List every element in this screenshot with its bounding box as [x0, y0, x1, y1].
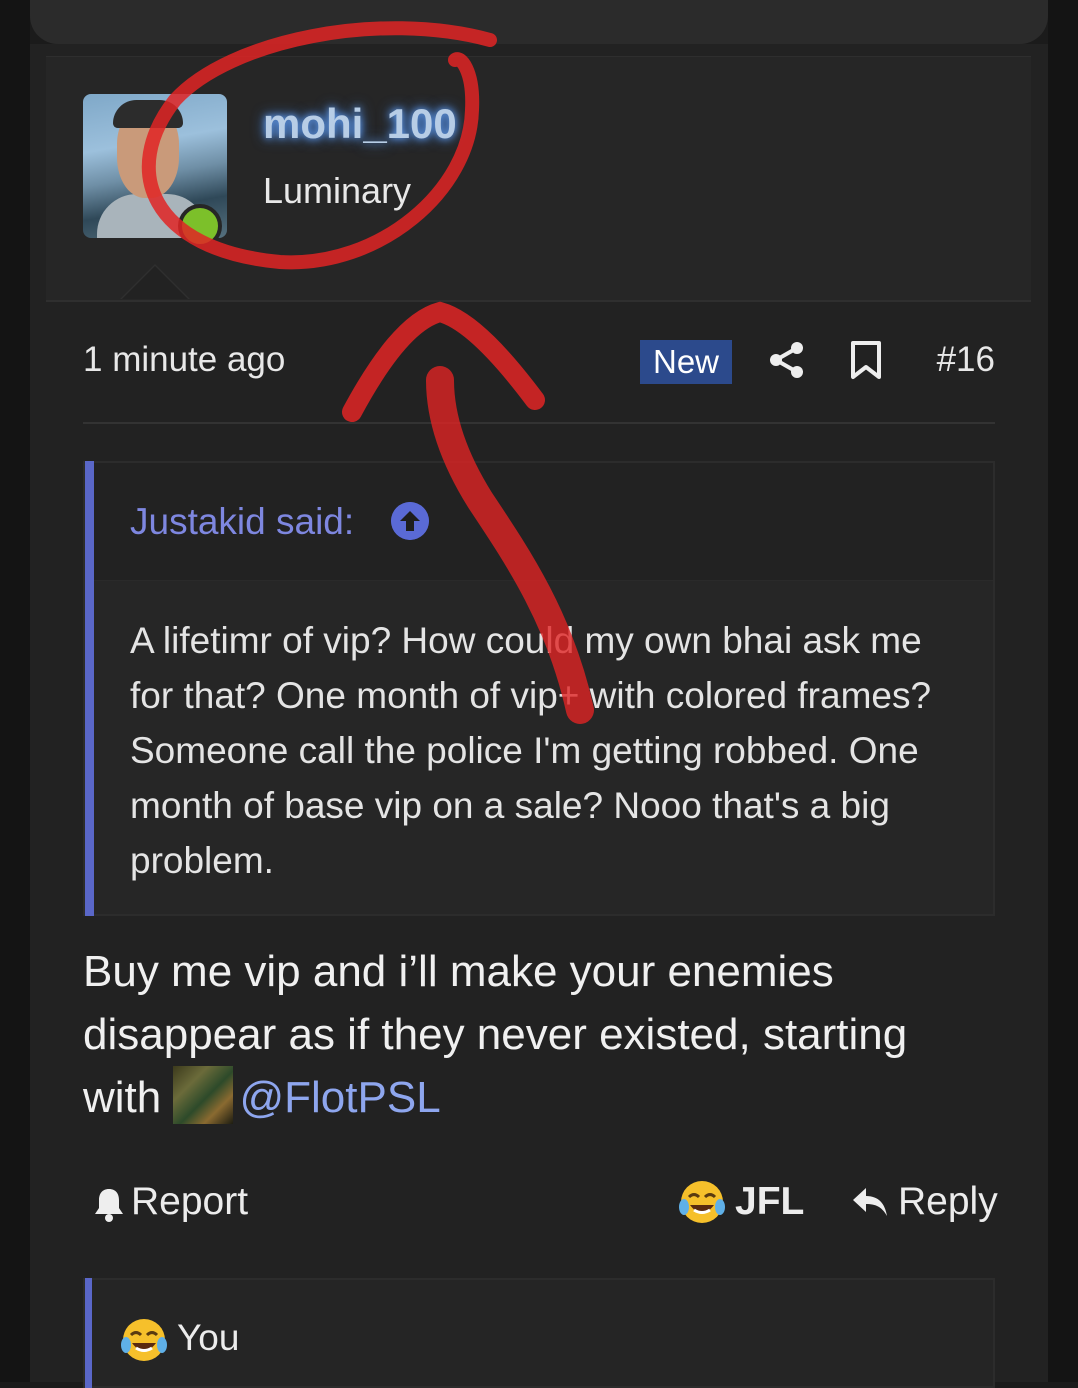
report-button[interactable]: Report [131, 1176, 248, 1228]
post-actions: Report JFL Reply [83, 1176, 998, 1231]
post-number[interactable]: #16 [937, 340, 995, 380]
header-notch [122, 266, 188, 299]
previous-post-card [30, 0, 1048, 44]
quote-text: A lifetimr of vip? How could my own bhai… [130, 620, 932, 881]
new-badge: New [640, 340, 733, 384]
mention-avatar [173, 1066, 234, 1124]
post-timestamp[interactable]: 1 minute ago [83, 340, 285, 380]
user-title: Luminary [263, 170, 412, 211]
avatar-cap [113, 100, 183, 128]
quote-accent-bar [85, 461, 94, 916]
right-gutter [1048, 0, 1078, 1382]
laughing-crying-emoji [121, 1319, 167, 1361]
meta-divider [83, 422, 995, 424]
user-mention-link[interactable]: @FlotPSL [239, 1073, 440, 1122]
quote-block: Justakid said: A lifetimr of vip? How co… [83, 461, 995, 916]
reactions-summary-text: You [177, 1317, 240, 1358]
left-gutter [0, 0, 30, 1382]
reply-button[interactable]: Reply [898, 1176, 998, 1228]
quote-author[interactable]: Justakid said: [130, 501, 354, 543]
reactions-summary[interactable]: You [83, 1278, 995, 1388]
bookmark-icon[interactable] [849, 340, 883, 380]
bell-icon[interactable] [93, 1186, 125, 1222]
username[interactable]: mohi_100 [263, 100, 457, 148]
reactions-accent-bar [85, 1278, 92, 1388]
reply-icon[interactable] [850, 1184, 890, 1220]
laughing-crying-emoji[interactable] [679, 1179, 725, 1225]
jfl-reaction-button[interactable]: JFL [735, 1176, 804, 1228]
quote-header: Justakid said: [94, 463, 993, 581]
post-body: Buy me vip and i’ll make your enemies di… [83, 940, 983, 1129]
online-status-indicator [178, 204, 222, 248]
post-meta-bar: 1 minute ago New #16 [83, 336, 995, 386]
arrow-up-icon[interactable] [391, 502, 429, 540]
share-icon[interactable] [767, 340, 807, 380]
